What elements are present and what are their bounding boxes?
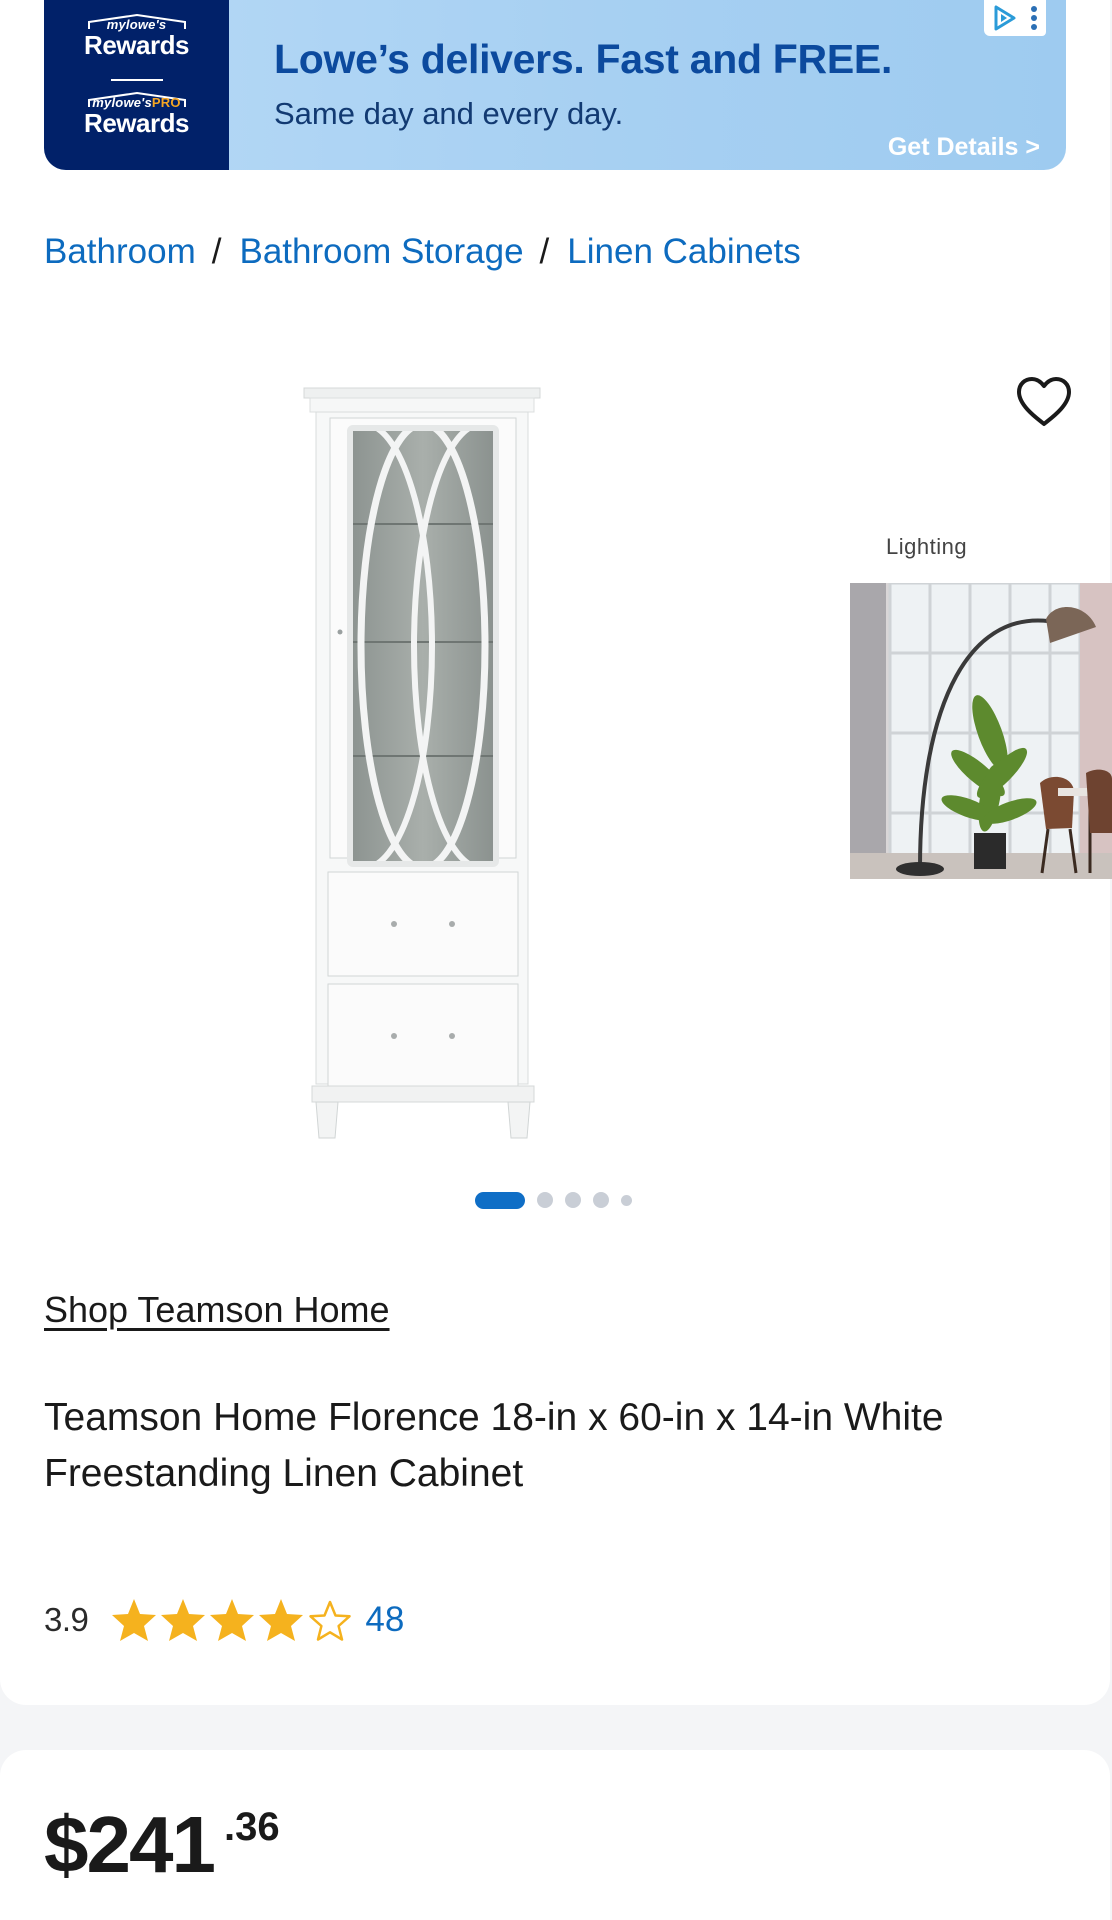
ad-get-details-link[interactable]: Get Details > [888,133,1040,162]
carousel-dots [475,1190,644,1210]
breadcrumb-link-bathroom-storage[interactable]: Bathroom Storage [239,232,523,272]
carousel-dot-5[interactable] [621,1194,632,1206]
product-card: mylowe's Rewards mylowe'sPRO Rewards Low… [0,0,1112,1705]
carousel-dot-4[interactable] [593,1192,609,1208]
related-category-label: Lighting [886,534,968,559]
carousel-dot-2[interactable] [537,1192,553,1208]
ad-headline: Lowe’s delivers. Fast and FREE. [274,36,893,82]
rewards-logo: mylowe's Rewards mylowe'sPRO Rewards [44,0,229,170]
product-title: Teamson Home Florence 18-in x 60-in x 14… [44,1396,944,1495]
star-full-icon [161,1599,206,1641]
product-gallery[interactable]: Lighting [0,340,1112,1240]
page: mylowe's Rewards mylowe'sPRO Rewards Low… [0,0,1112,1920]
rating-value: 3.9 [44,1601,89,1638]
logo-pro-big-text: Rewards [84,108,189,138]
logo-big-text: Rewards [84,30,189,60]
logo-divider [111,79,163,81]
mylowes-pro-rewards-logo: mylowe'sPRO Rewards [44,92,229,136]
breadcrumb-link-linen-cabinets[interactable]: Linen Cabinets [567,232,801,272]
price-card: $241 .36 [0,1750,1110,1920]
price-cents: .36 [223,1805,280,1849]
ad-subhead: Same day and every day. [274,96,624,131]
breadcrumb-separator: / [539,232,550,271]
breadcrumb-link-bathroom[interactable]: Bathroom [44,232,196,272]
breadcrumb: Bathroom / Bathroom Storage / Linen Cabi… [44,232,801,272]
heart-outline-icon [1017,377,1071,426]
star-full-icon [112,1599,157,1641]
price-dollars: $241 [44,1800,216,1889]
ad-banner[interactable]: mylowe's Rewards mylowe'sPRO Rewards Low… [44,0,1066,170]
favorite-button[interactable] [1010,368,1078,436]
adchoices-icon[interactable] [984,0,1046,36]
star-full-icon [259,1599,304,1641]
star-rating [110,1597,355,1643]
star-empty-icon [309,1600,352,1641]
carousel-dot-3[interactable] [565,1192,581,1208]
star-full-icon [210,1599,255,1641]
breadcrumb-separator: / [211,232,222,271]
shop-brand-link[interactable]: Shop Teamson Home [44,1289,390,1331]
mylowes-rewards-logo: mylowe's Rewards [44,14,229,58]
carousel-dot-1[interactable] [475,1191,525,1209]
product-image-linen-cabinet[interactable] [302,364,544,1160]
rating-row[interactable]: 3.9 48 [44,1595,404,1645]
price: $241 .36 [44,1800,280,1890]
related-image-lighting[interactable] [850,583,1112,879]
review-count-link[interactable]: 48 [365,1600,404,1640]
